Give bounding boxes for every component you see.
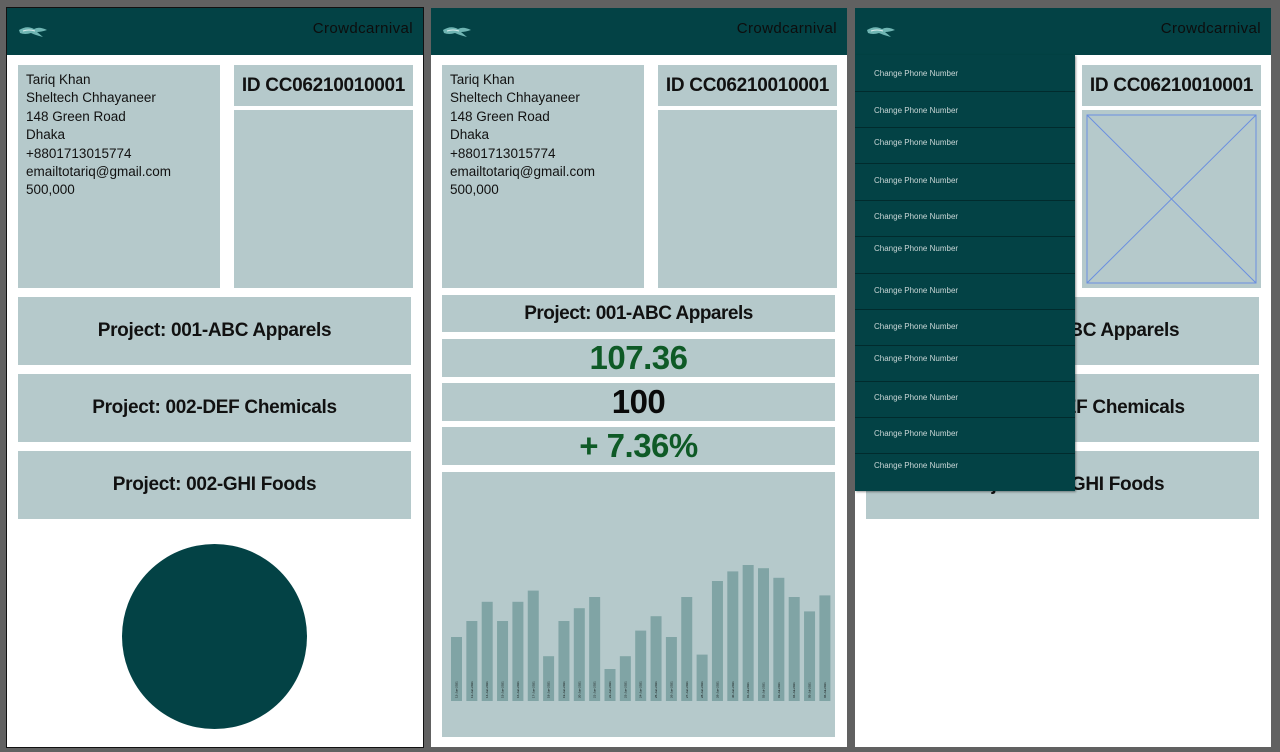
project-card-def[interactable]: Project: 002-DEF Chemicals [18,374,411,442]
side-menu: Change Phone Number Change Phone Number … [855,55,1075,491]
profile-id: ID CC06210010001 [1082,65,1261,106]
menu-separator [855,236,1075,237]
screen-project-detail: Crowdcarnival Tariq Khan Sheltech Chhaya… [431,8,847,747]
menu-separator [855,345,1075,346]
menu-separator [855,453,1075,454]
chart-x-tick-label: 25-Jun-2021 [654,681,658,698]
chart-x-tick-label: 05-Jul-2021 [808,682,812,698]
screen-menu-open: Crowdcarnival ID CC06210010001 Project: … [855,8,1271,747]
profile-photo-placeholder[interactable] [1082,110,1261,288]
profile-info-card: Tariq Khan Sheltech Chhayaneer 148 Green… [18,65,220,288]
chart-x-tick-label: 22-Jun-2021 [608,681,612,698]
menu-separator [855,127,1075,128]
profile-photo[interactable] [234,110,413,288]
chart-x-tick-label: 12-Jun-2021 [455,681,459,698]
base-value: 100 [442,383,835,421]
profile-info-card: Tariq Khan Sheltech Chhayaneer 148 Green… [442,65,644,288]
menu-item-change-phone[interactable]: Change Phone Number [855,322,1075,331]
profile-photo[interactable] [658,110,837,288]
menu-item-change-phone[interactable]: Change Phone Number [855,393,1075,402]
menu-item-change-phone[interactable]: Change Phone Number [855,138,1075,147]
menu-item-change-phone[interactable]: Change Phone Number [855,69,1075,78]
chart-x-tick-label: 03-Jul-2021 [777,682,781,698]
bird-logo-icon[interactable] [865,21,899,43]
summary-circle [122,544,307,729]
chart-x-tick-label: 06-Jul-2021 [823,682,827,698]
menu-item-change-phone[interactable]: Change Phone Number [855,286,1075,295]
price-bar-chart: 12-Jun-2021 13-Jun-2021 14-Jun-2021 15-Jun-… [442,472,835,737]
chart-x-tick-label: 30-Jun-2021 [731,681,735,698]
chart-x-tick-label: 01-Jul-2021 [746,682,750,698]
project-card-ghi[interactable]: Project: 002-GHI Foods [18,451,411,519]
profile-id: ID CC06210010001 [658,65,837,106]
menu-separator [855,417,1075,418]
menu-item-change-phone[interactable]: Change Phone Number [855,354,1075,363]
chart-x-tick-label: 20-Jun-2021 [577,681,581,698]
menu-item-change-phone[interactable]: Change Phone Number [855,429,1075,438]
project-card-abc[interactable]: Project: 001-ABC Apparels [18,297,411,365]
bird-logo-icon[interactable] [17,21,51,43]
project-title[interactable]: Project: 001-ABC Apparels [442,295,835,332]
bar-chart-svg: 12-Jun-2021 13-Jun-2021 14-Jun-2021 15-Jun-… [451,565,831,701]
chart-x-tick-label: 17-Jun-2021 [531,681,535,698]
profile-email: emailtotariq@gmail.com [26,164,171,180]
profile-amount: 500,000 [26,182,75,198]
chart-x-tick-label: 16-Jun-2021 [516,681,520,698]
profile-id: ID CC06210010001 [234,65,413,106]
chart-x-tick-label: 18-Jun-2021 [547,681,551,698]
chart-x-tick-label: 13-Jun-2021 [470,681,474,698]
brand-name: Crowdcarnival [312,20,413,37]
chart-x-tick-label: 23-Jun-2021 [623,681,627,698]
chart-bar [742,565,754,701]
chart-x-tick-label: 14-Jun-2021 [485,681,489,698]
menu-item-change-phone[interactable]: Change Phone Number [855,461,1075,470]
profile-phone: +8801713015774 [450,145,556,161]
chart-x-tick-label: 21-Jun-2021 [593,681,597,698]
menu-separator [855,200,1075,201]
image-placeholder-icon [1086,114,1257,284]
menu-separator [855,273,1075,274]
profile-city: Dhaka [450,127,490,143]
top-bar: Crowdcarnival [7,8,423,55]
menu-separator [855,309,1075,310]
bird-logo-icon[interactable] [441,21,475,43]
chart-x-tick-label: 19-Jun-2021 [562,681,566,698]
screen-dashboard: Crowdcarnival Tariq Khan Sheltech Chhaya… [6,7,424,748]
chart-x-tick-label: 27-Jun-2021 [685,681,689,698]
menu-separator [855,163,1075,164]
chart-x-tick-label: 04-Jul-2021 [792,682,796,698]
menu-separator [855,381,1075,382]
chart-x-tick-label: 02-Jul-2021 [762,682,766,698]
current-value: 107.36 [442,339,835,377]
chart-x-tick-label: 15-Jun-2021 [501,681,505,698]
profile-street: 148 Green Road [450,108,550,124]
chart-bar [758,568,769,701]
top-bar: Crowdcarnival [855,8,1271,55]
profile-city: Dhaka [26,127,66,143]
menu-item-change-phone[interactable]: Change Phone Number [855,212,1075,221]
profile-amount: 500,000 [450,182,499,198]
profile-org: Sheltech Chhayaneer [26,90,156,106]
chart-x-tick-label: 26-Jun-2021 [669,681,673,698]
chart-x-tick-label: 29-Jun-2021 [715,681,719,698]
profile-email: emailtotariq@gmail.com [450,164,595,180]
menu-separator [855,91,1075,92]
brand-name: Crowdcarnival [1160,20,1261,37]
top-bar: Crowdcarnival [431,8,847,55]
profile-org: Sheltech Chhayaneer [450,90,580,106]
chart-x-tick-label: 24-Jun-2021 [639,681,643,698]
menu-item-change-phone[interactable]: Change Phone Number [855,244,1075,253]
profile-name: Tariq Khan [450,72,515,87]
menu-item-change-phone[interactable]: Change Phone Number [855,176,1075,185]
profile-phone: +8801713015774 [26,145,132,161]
menu-item-change-phone[interactable]: Change Phone Number [855,106,1075,115]
chart-x-tick-label: 28-Jun-2021 [700,681,704,698]
profile-street: 148 Green Road [26,108,126,124]
profile-name: Tariq Khan [26,72,91,87]
change-percent: + 7.36% [442,427,835,465]
brand-name: Crowdcarnival [736,20,837,37]
